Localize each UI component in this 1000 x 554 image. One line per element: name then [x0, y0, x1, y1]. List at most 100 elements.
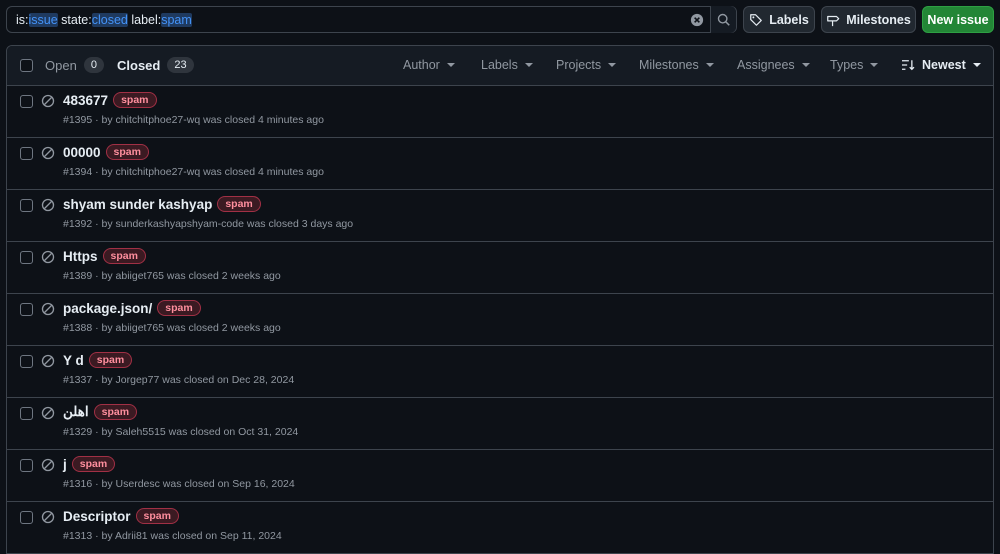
- search-query[interactable]: is:issue state:closed label:spam: [7, 12, 686, 27]
- issue-title[interactable]: اهلن: [63, 404, 89, 420]
- issue-row[interactable]: 483677 spam #1395 · by chitchitphoe27-wq w…: [7, 86, 993, 138]
- issue-meta: #1329 · by Saleh5515 was closed on Oct 3…: [63, 426, 299, 438]
- tag-icon: [750, 13, 763, 26]
- issue-meta: #1392 · by sunderkashyapshyam-code was c…: [63, 218, 354, 230]
- open-label: Open: [45, 57, 77, 73]
- labels-button[interactable]: Labels: [743, 6, 815, 33]
- milestones-button[interactable]: Milestones: [821, 6, 916, 33]
- issue-checkbox[interactable]: [20, 511, 33, 524]
- labels-filter[interactable]: Labels: [481, 58, 533, 72]
- issue-label-badge[interactable]: spam: [135, 508, 179, 524]
- issue-closed-icon: [41, 406, 55, 420]
- issue-meta: #1388 · by abiiget765 was closed 2 weeks…: [63, 322, 281, 334]
- search-icon: [717, 13, 730, 26]
- select-all-checkbox[interactable]: [20, 59, 33, 72]
- issue-meta: #1394 · by chitchitphoe27-wq was closed …: [63, 166, 324, 178]
- issue-label-badge[interactable]: spam: [71, 456, 116, 472]
- search-qualifier-value: closed: [91, 12, 128, 27]
- assignees-filter-label: Assignees: [737, 58, 795, 72]
- issue-label-badge[interactable]: spam: [88, 352, 133, 368]
- issue-row[interactable]: Https spam #1389 · by abiiget765 was close…: [7, 242, 993, 294]
- issue-closed-icon: [41, 354, 55, 368]
- issue-label-badge[interactable]: spam: [217, 196, 261, 212]
- types-filter-label: Types: [830, 58, 864, 72]
- search-button[interactable]: [710, 6, 736, 33]
- issue-title-line: package.json/spam: [63, 300, 201, 316]
- issue-checkbox[interactable]: [20, 459, 33, 472]
- issue-title-line: 00000 spam: [63, 144, 149, 160]
- open-issues-tab[interactable]: Open 0: [45, 57, 104, 73]
- sort-icon: [902, 60, 915, 71]
- issue-checkbox[interactable]: [20, 199, 33, 212]
- issue-label-badge[interactable]: spam: [157, 300, 201, 316]
- issue-row[interactable]: Y d spam #1337 · by Jorgep77 was closed on…: [7, 346, 993, 398]
- issue-row[interactable]: 00000 spam #1394 · by chitchitphoe27-wq wa…: [7, 138, 993, 190]
- new-issue-button[interactable]: New issue: [922, 6, 994, 33]
- issue-title-line: shyam sunder kashyap spam: [63, 196, 261, 212]
- new-issue-button-label: New issue: [927, 12, 989, 27]
- closed-issues-tab[interactable]: Closed 23: [117, 57, 194, 73]
- issue-checkbox[interactable]: [20, 251, 33, 264]
- issue-title[interactable]: Descriptor: [63, 509, 131, 524]
- issue-label-badge[interactable]: spam: [105, 144, 149, 160]
- closed-count: 23: [167, 57, 194, 73]
- issue-title[interactable]: shyam sunder kashyap: [63, 197, 212, 212]
- issue-meta: #1337 · by Jorgep77 was closed on Dec 28…: [63, 374, 295, 386]
- issue-row[interactable]: shyam sunder kashyap spam #1392 · by sunde…: [7, 190, 993, 242]
- issue-closed-icon: [41, 250, 55, 264]
- projects-filter-label: Projects: [556, 58, 602, 72]
- top-bar: is:issue state:closed label:spam Labels …: [6, 6, 996, 34]
- issue-checkbox[interactable]: [20, 95, 33, 108]
- issue-label-badge[interactable]: spam: [113, 92, 157, 108]
- milestones-button-label: Milestones: [846, 12, 911, 27]
- issue-title-line: Https spam: [63, 248, 146, 264]
- search-qualifier-key: is:: [16, 12, 29, 27]
- search-qualifier-value: issue: [28, 12, 58, 27]
- search-qualifier-key: state:: [57, 12, 92, 27]
- sort-label: Newest: [922, 58, 966, 72]
- search-input[interactable]: is:issue state:closed label:spam: [6, 6, 737, 33]
- issues-list-header: Open 0 Closed 23 Author Labels Projects …: [7, 46, 993, 86]
- issue-meta: #1395 · by chitchitphoe27-wq was closed …: [63, 114, 324, 126]
- issue-title[interactable]: 00000: [63, 145, 101, 160]
- chevron-down-icon: [972, 63, 981, 67]
- issue-row[interactable]: j spam #1316 · by Userdesc was closed on S…: [7, 450, 993, 502]
- chevron-down-icon: [608, 63, 617, 67]
- issue-title[interactable]: 483677: [63, 93, 108, 108]
- assignees-filter[interactable]: Assignees: [737, 58, 810, 72]
- issue-label-badge[interactable]: spam: [102, 248, 146, 264]
- issue-title[interactable]: Https: [63, 249, 98, 264]
- closed-label: Closed: [117, 57, 161, 73]
- issue-title-line: 483677 spam: [63, 92, 157, 108]
- issue-checkbox[interactable]: [20, 407, 33, 420]
- milestones-filter-label: Milestones: [639, 58, 699, 72]
- issue-title-line: Descriptor spam: [63, 508, 179, 524]
- issue-title[interactable]: j: [63, 457, 67, 472]
- search-qualifier-key: label:: [127, 12, 162, 27]
- search-qualifier-value: spam: [161, 12, 192, 27]
- milestones-filter[interactable]: Milestones: [639, 58, 714, 72]
- clear-search-button[interactable]: [686, 9, 708, 31]
- issue-row[interactable]: Descriptor spam #1313 · by Adrii81 was clo…: [7, 502, 993, 554]
- issue-row[interactable]: اهلن spam #1329 · by Saleh5515 was closed …: [7, 398, 993, 450]
- labels-filter-label: Labels: [481, 58, 518, 72]
- issue-checkbox[interactable]: [20, 303, 33, 316]
- labels-button-label: Labels: [769, 12, 809, 27]
- issue-title-line: اهلن spam: [63, 404, 138, 420]
- issue-title[interactable]: Y d: [63, 353, 84, 368]
- issue-title[interactable]: package.json/: [63, 301, 152, 316]
- chevron-down-icon: [524, 63, 533, 67]
- issue-row[interactable]: package.json/spam #1388 · by abiiget765 w…: [7, 294, 993, 346]
- issue-checkbox[interactable]: [20, 147, 33, 160]
- projects-filter[interactable]: Projects: [556, 58, 617, 72]
- open-count: 0: [83, 57, 104, 73]
- types-filter[interactable]: Types: [830, 58, 879, 72]
- issue-title-line: Y d spam: [63, 352, 133, 368]
- author-filter[interactable]: Author: [403, 58, 455, 72]
- chevron-down-icon: [801, 63, 810, 67]
- issue-checkbox[interactable]: [20, 355, 33, 368]
- issue-label-badge[interactable]: spam: [93, 404, 138, 420]
- sort-dropdown[interactable]: Newest: [901, 58, 981, 72]
- issue-closed-icon: [41, 458, 55, 472]
- issue-closed-icon: [41, 302, 55, 316]
